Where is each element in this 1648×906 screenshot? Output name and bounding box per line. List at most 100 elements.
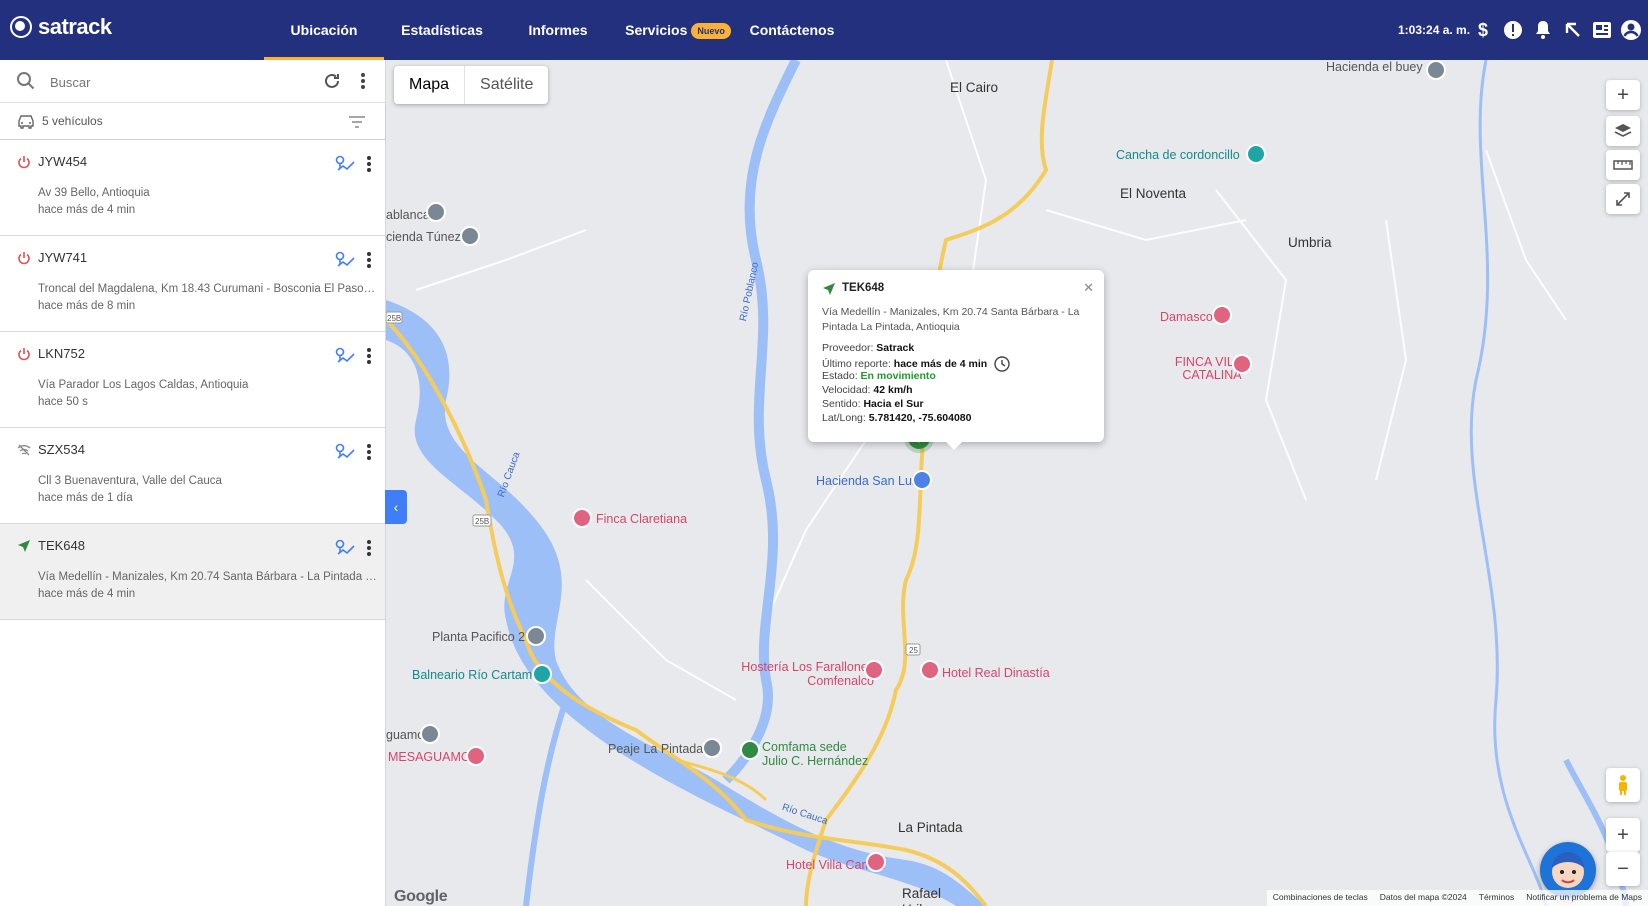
map-footer: Combinaciones de teclas Datos del mapa ©… [1266,890,1648,906]
vehicle-list-item[interactable]: LKN752 Vía Parador Los Lagos Caldas, Ant… [0,332,385,428]
search-icon [17,72,35,90]
zoom-in-small-button[interactable]: + [1606,80,1640,110]
footer-link-report[interactable]: Notificar un problema de Maps [1526,892,1642,904]
chevron-left-icon: ‹ [393,499,399,515]
zoom-in-button[interactable]: + [1606,818,1640,852]
vehicle-count-row: 5 vehículos [0,103,385,140]
nav-informes[interactable]: Informes [508,0,608,60]
popup-provider-row: Proveedor: Satrack [822,342,915,354]
place-guamo: guamo [386,728,425,742]
vehicle-plate: JYW741 [38,250,88,265]
fullscreen-icon[interactable] [1606,184,1640,214]
nav-contactenos[interactable]: Contáctenos [742,0,842,60]
map-type-satellite-button[interactable]: Satélite [465,66,548,104]
place-pin [1426,60,1446,80]
news-icon[interactable] [1590,18,1614,42]
place-pin [1212,305,1232,325]
vehicle-sidebar: 5 vehículos JYW454 Av 39 Bello, Antioqui… [0,60,386,906]
nav-servicios[interactable]: Servicios Nuevo [618,0,738,60]
vehicle-more-icon[interactable] [364,250,374,270]
route-icon[interactable] [334,154,356,174]
dollar-icon[interactable]: $ [1471,18,1495,42]
place-pin [526,626,546,646]
nav-estadisticas[interactable]: Estadísticas [392,0,492,60]
navigation-arrow-icon [823,283,835,295]
brand-name: satrack [38,14,112,39]
filter-icon[interactable] [348,115,366,129]
place-hacienda-el-buey: Hacienda el buey [1326,60,1423,74]
vehicle-info-popup: TEK648 ✕ Vía Medellín - Manizales, Km 20… [808,270,1104,450]
power-off-icon [16,154,32,170]
footer-link-terms[interactable]: Términos [1479,892,1514,904]
place-la-pintada: La Pintada [898,820,963,835]
place-pin [420,724,440,744]
place-pin [572,508,592,528]
place-cancha: Cancha de cordoncillo [1116,148,1240,162]
footer-link-map-data: Datos del mapa ©2024 [1379,892,1467,902]
map-base-layer [386,60,1629,906]
zoom-out-button[interactable]: − [1606,852,1640,886]
vehicle-list-item-selected[interactable]: TEK648 Vía Medellín - Manizales, Km 20.7… [0,524,385,620]
vehicle-more-icon[interactable] [364,346,374,366]
place-mesaguamo: MESAGUAMO [388,750,471,764]
popup-speed-row: Velocidad: 42 km/h [822,384,913,396]
place-pin [864,660,884,680]
layers-icon[interactable] [1606,116,1640,146]
close-icon[interactable]: ✕ [1083,280,1094,296]
vehicle-more-icon[interactable] [364,442,374,462]
place-pin [1232,354,1252,374]
clock-icon[interactable] [994,356,1010,372]
footer-link-shortcuts[interactable]: Combinaciones de teclas [1273,892,1368,904]
new-badge: Nuevo [691,23,731,40]
satrack-logo[interactable]: satrack [10,14,112,40]
vehicle-address: Av 39 Bello, Antioquia [38,187,150,199]
place-hosteria: Hostería Los Farallones Comfenalco [741,660,874,688]
map-canvas[interactable]: 25B 25B 25 Mapa Satélite + + − El Cairo … [386,60,1648,906]
place-comfama: Comfama sede Julio C. Hernández [762,740,869,768]
place-el-cairo: El Cairo [950,80,999,95]
place-damasco: Damasco [1160,310,1213,324]
no-signal-icon [16,442,32,458]
popup-state-row: Estado: En movimiento [822,370,936,382]
road-shield-25b: 25B [387,314,402,323]
route-icon[interactable] [334,538,356,558]
vehicle-plate: LKN752 [38,346,85,361]
vehicle-address: Vía Parador Los Lagos Caldas, Antioquia [38,379,249,391]
bell-icon[interactable] [1531,18,1555,42]
vehicle-address: Troncal del Magdalena, Km 18.43 Curumani… [38,283,378,295]
place-balneario: Balneario Río Cartama [412,668,540,682]
more-options-icon[interactable] [360,71,366,91]
vehicle-more-icon[interactable] [364,538,374,558]
vehicle-list-item[interactable]: JYW741 Troncal del Magdalena, Km 18.43 C… [0,236,385,332]
popup-address: Vía Medellín - Manizales, Km 20.74 Santa… [822,306,1080,333]
ruler-icon[interactable] [1606,150,1640,180]
place-pin [912,470,932,490]
search-input[interactable] [48,70,312,94]
vehicle-last-report: hace más de 1 día [38,492,133,504]
road-shield-25b: 25B [475,517,490,526]
place-pin [702,738,722,758]
vehicle-list-item[interactable]: JYW454 Av 39 Bello, Antioquia hace más d… [0,140,385,236]
road-shield-25: 25 [909,646,918,655]
arrow-northwest-icon[interactable] [1561,18,1585,42]
street-view-pegman-icon[interactable] [1606,768,1640,802]
place-pin [920,660,940,680]
vehicle-plate: JYW454 [38,154,88,169]
place-pin [460,226,480,246]
collapse-sidebar-button[interactable]: ‹ [385,490,407,524]
place-peaje: Peaje La Pintada [608,742,704,756]
route-icon[interactable] [334,442,356,462]
top-navbar: satrack Ubicación Estadísticas Informes … [0,0,1648,60]
vehicle-more-icon[interactable] [364,154,374,174]
satrack-logo-icon [10,16,32,38]
route-icon[interactable] [334,346,356,366]
popup-title: TEK648 [842,282,885,294]
vehicle-list-item[interactable]: SZX534 Cll 3 Buenaventura, Valle del Cau… [0,428,385,524]
route-icon[interactable] [334,250,356,270]
nav-ubicacion[interactable]: Ubicación [264,0,384,60]
vehicle-address: Vía Medellín - Manizales, Km 20.74 Santa… [38,571,378,583]
map-type-map-button[interactable]: Mapa [394,66,466,104]
account-icon[interactable] [1619,18,1643,42]
alert-icon[interactable] [1501,18,1525,42]
refresh-icon[interactable] [322,71,342,91]
